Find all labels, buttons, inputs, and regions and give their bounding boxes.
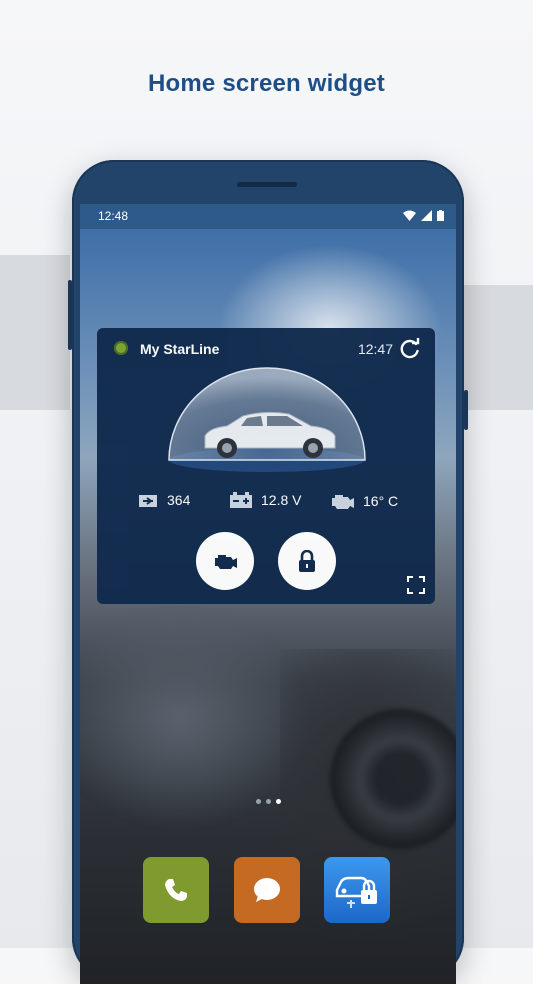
widget-stats: 364 12.8 V 16° C (97, 492, 435, 516)
background-building-left (0, 255, 70, 410)
expand-icon[interactable] (407, 576, 425, 594)
power-button (464, 390, 468, 430)
refresh-icon[interactable] (399, 338, 421, 360)
mileage-value: 364 (167, 492, 191, 508)
page-dot (266, 799, 271, 804)
connection-status-indicator (114, 341, 128, 355)
odometer-icon (139, 495, 157, 507)
phone-icon (165, 879, 187, 901)
lock-icon (299, 550, 315, 572)
wallpaper-car-blur (80, 609, 310, 829)
messages-app-icon[interactable] (234, 857, 300, 923)
engine-temp-stat: 16° C (329, 492, 398, 510)
engine-start-icon (215, 555, 237, 569)
chat-icon (254, 878, 280, 902)
page-dot (256, 799, 261, 804)
wifi-icon (403, 210, 416, 221)
status-bar: 12:48 (80, 204, 456, 229)
lock-button[interactable] (278, 532, 336, 590)
status-time: 12:48 (98, 209, 129, 223)
car-lock-icon (335, 876, 377, 908)
starline-app-icon[interactable] (324, 857, 390, 923)
page-indicator (256, 799, 281, 804)
background-building-right (462, 285, 533, 410)
volume-button (68, 280, 72, 350)
car-dome-icon (168, 367, 366, 472)
widget-title: My StarLine (140, 341, 220, 357)
engine-icon (332, 495, 354, 509)
battery-stat: 12.8 V (229, 492, 301, 508)
phone-speaker (237, 182, 297, 187)
battery-status-icon (437, 210, 444, 221)
engine-start-button[interactable] (196, 532, 254, 590)
battery-value: 12.8 V (261, 492, 302, 508)
signal-icon (421, 210, 432, 221)
phone-screen: 12:48 My StarLine 12:47 364 12.8 V 16° C (80, 204, 456, 984)
mileage-stat: 364 (137, 492, 190, 508)
page-heading: Home screen widget (147, 70, 385, 97)
battery-icon (230, 492, 252, 508)
engine-temp-value: 16° C (363, 493, 399, 509)
widget-update-time: 12:47 (357, 341, 393, 357)
starline-widget[interactable]: My StarLine 12:47 364 12.8 V 16° C (97, 328, 435, 604)
phone-app-icon[interactable] (143, 857, 209, 923)
page-dot-active (276, 799, 281, 804)
phone-frame: 12:48 My StarLine 12:47 364 12.8 V 16° C (68, 160, 468, 984)
